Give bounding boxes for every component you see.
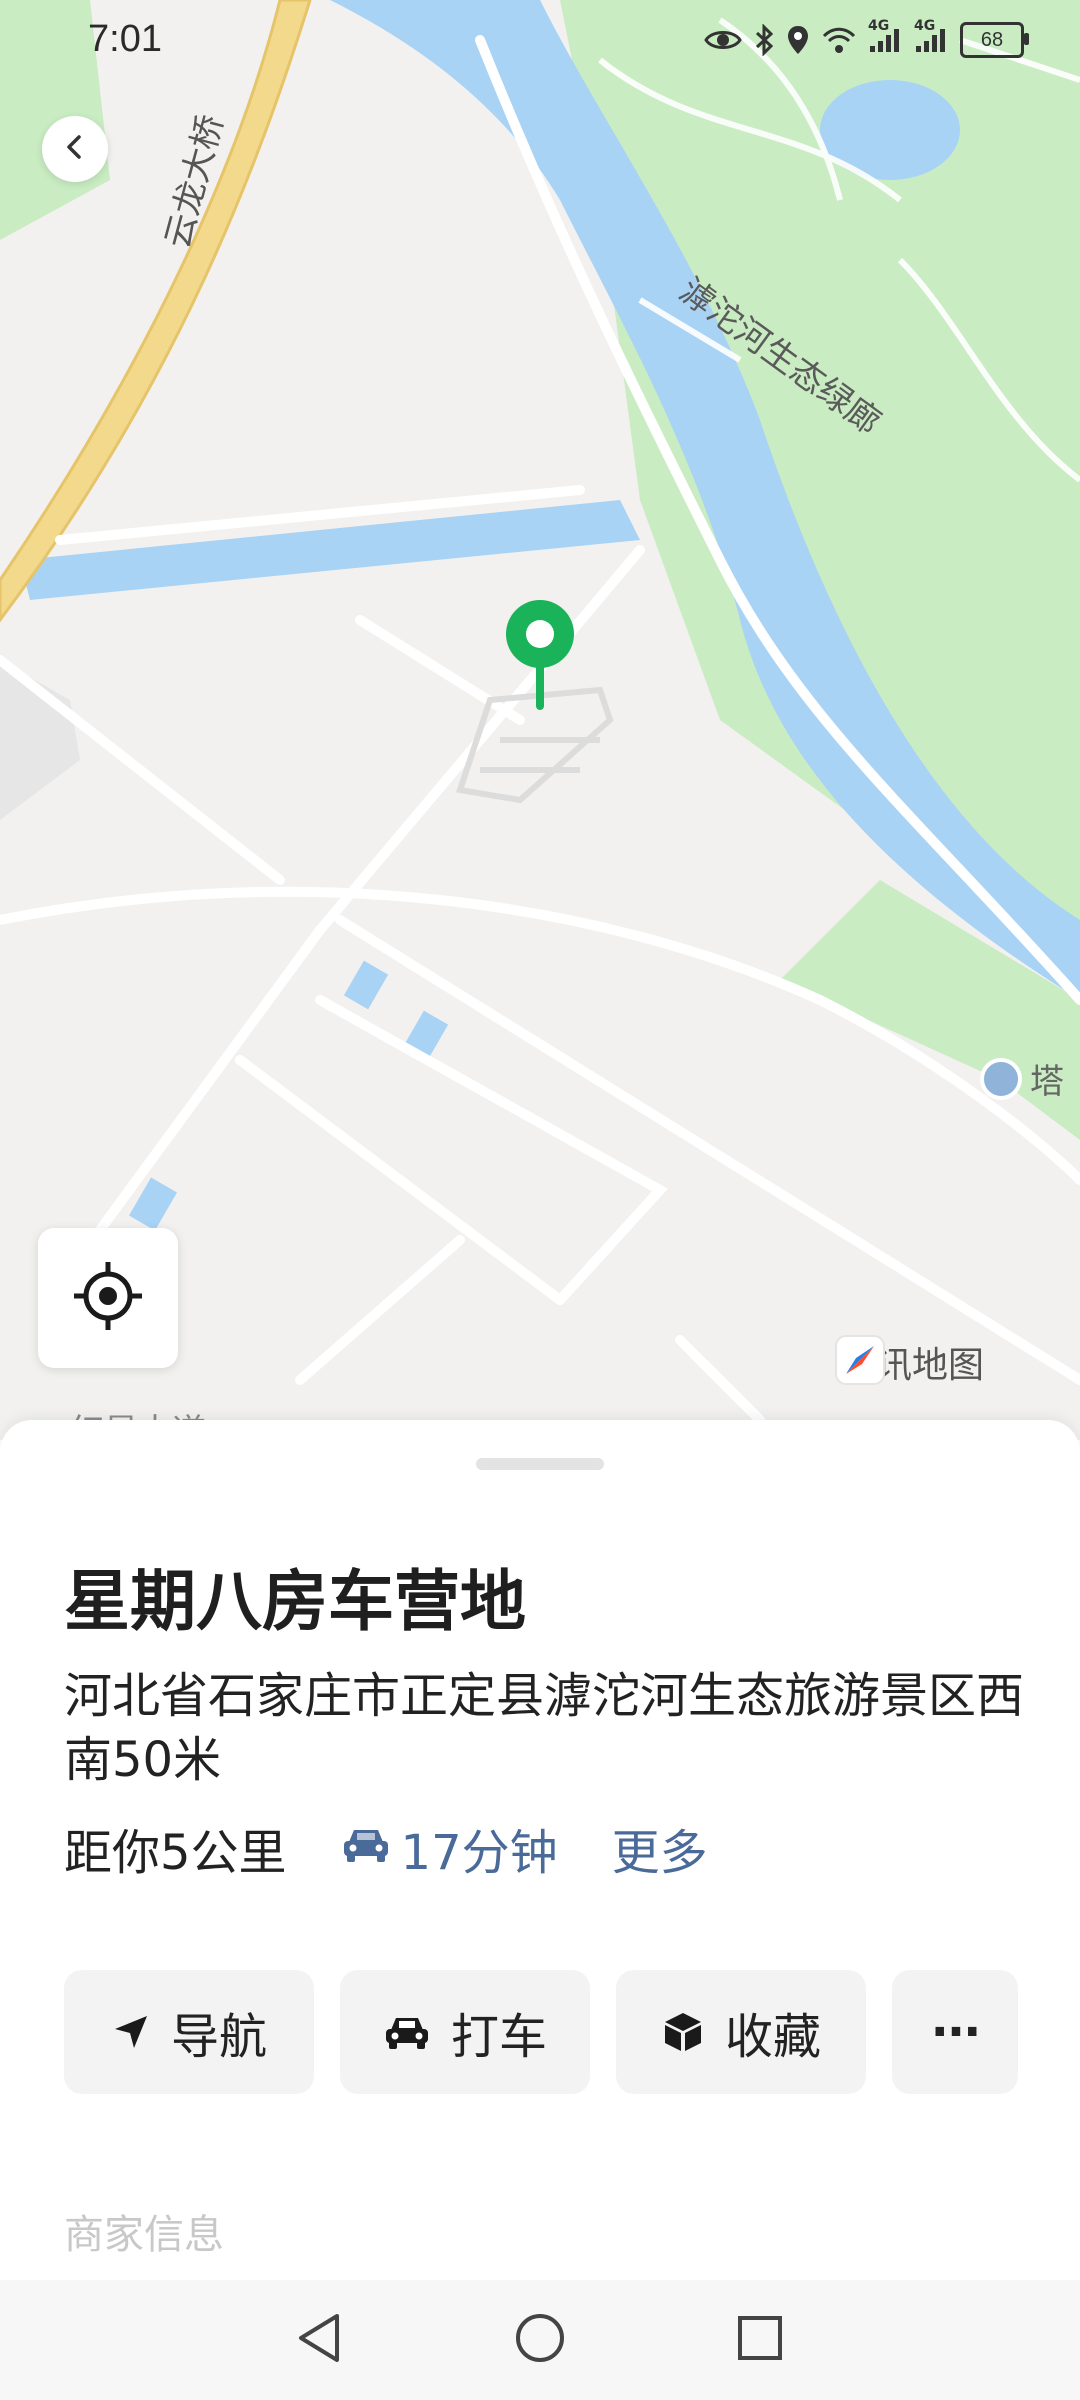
sheet-drag-handle[interactable] bbox=[476, 1458, 604, 1470]
place-address: 河北省石家庄市正定县滹沱河生态旅游景区西南50米 bbox=[64, 1668, 1025, 1788]
place-title: 星期八房车营地 bbox=[64, 1563, 526, 1640]
location-icon bbox=[786, 24, 810, 56]
favorite-label: 收藏 bbox=[724, 2009, 821, 2065]
signal-icon-1: 4G bbox=[868, 18, 902, 54]
status-icons: 4G 4G 68 bbox=[704, 18, 1029, 62]
system-nav-bar bbox=[0, 2280, 1080, 2400]
more-actions-label: ··· bbox=[930, 2004, 982, 2060]
bluetooth-icon bbox=[754, 24, 774, 56]
drive-time[interactable]: 17分钟 bbox=[341, 1813, 558, 1883]
merchant-info-heading: 商家信息 bbox=[64, 2212, 224, 2258]
status-bar: 7:01 4G 4G 68 bbox=[0, 0, 1080, 80]
triangle-back-icon bbox=[295, 2312, 345, 2368]
poi-icon bbox=[980, 1057, 1022, 1100]
more-actions-button[interactable]: ··· bbox=[892, 1970, 1018, 2094]
box-icon bbox=[661, 2010, 705, 2054]
battery-indicator: 68 bbox=[960, 22, 1029, 58]
navigation-arrow-icon bbox=[111, 2012, 151, 2052]
eye-icon bbox=[704, 27, 742, 53]
poi-marker[interactable]: 塔 bbox=[980, 1054, 1064, 1103]
poi-label: 塔 bbox=[1030, 1062, 1064, 1102]
favorite-button[interactable]: 收藏 bbox=[616, 1970, 866, 2094]
nav-back-button[interactable] bbox=[230, 2280, 410, 2400]
square-recent-icon bbox=[736, 2314, 784, 2366]
car-icon bbox=[341, 1820, 401, 1876]
locate-icon bbox=[70, 1258, 146, 1338]
place-detail-sheet: 星期八房车营地 河北省石家庄市正定县滹沱河生态旅游景区西南50米 距你5公里 1… bbox=[0, 1420, 1080, 2280]
car-icon bbox=[383, 2012, 431, 2052]
signal-icon-2: 4G bbox=[914, 18, 948, 54]
chevron-left-icon bbox=[61, 133, 89, 165]
drive-time-text: 17分钟 bbox=[400, 1825, 558, 1881]
taxi-button[interactable]: 打车 bbox=[340, 1970, 590, 2094]
navigate-label: 导航 bbox=[170, 2009, 267, 2065]
network-label-1: 4G bbox=[868, 18, 890, 34]
map-view[interactable]: 云龙大桥 滹沱河生态绿廊 红星大道 塔 腾讯地图 bbox=[0, 0, 1080, 1440]
locate-me-button[interactable] bbox=[38, 1228, 178, 1368]
map-provider-logo: 腾讯地图 bbox=[834, 1334, 984, 1390]
action-row: 导航 打车 收藏 ··· bbox=[64, 1970, 1018, 2094]
circle-home-icon bbox=[514, 2312, 566, 2368]
network-label-2: 4G bbox=[914, 18, 936, 34]
more-link[interactable]: 更多 bbox=[612, 1813, 708, 1883]
distance-text: 距你5公里 bbox=[64, 1825, 287, 1881]
nav-recent-button[interactable] bbox=[670, 2280, 850, 2400]
back-button[interactable] bbox=[42, 116, 108, 182]
place-meta-row: 距你5公里 17分钟 更多 bbox=[64, 1818, 708, 1881]
wifi-icon bbox=[822, 26, 856, 54]
taxi-label: 打车 bbox=[450, 2009, 547, 2065]
navigate-button[interactable]: 导航 bbox=[64, 1970, 314, 2094]
nav-home-button[interactable] bbox=[450, 2280, 630, 2400]
status-time: 7:01 bbox=[88, 18, 162, 60]
